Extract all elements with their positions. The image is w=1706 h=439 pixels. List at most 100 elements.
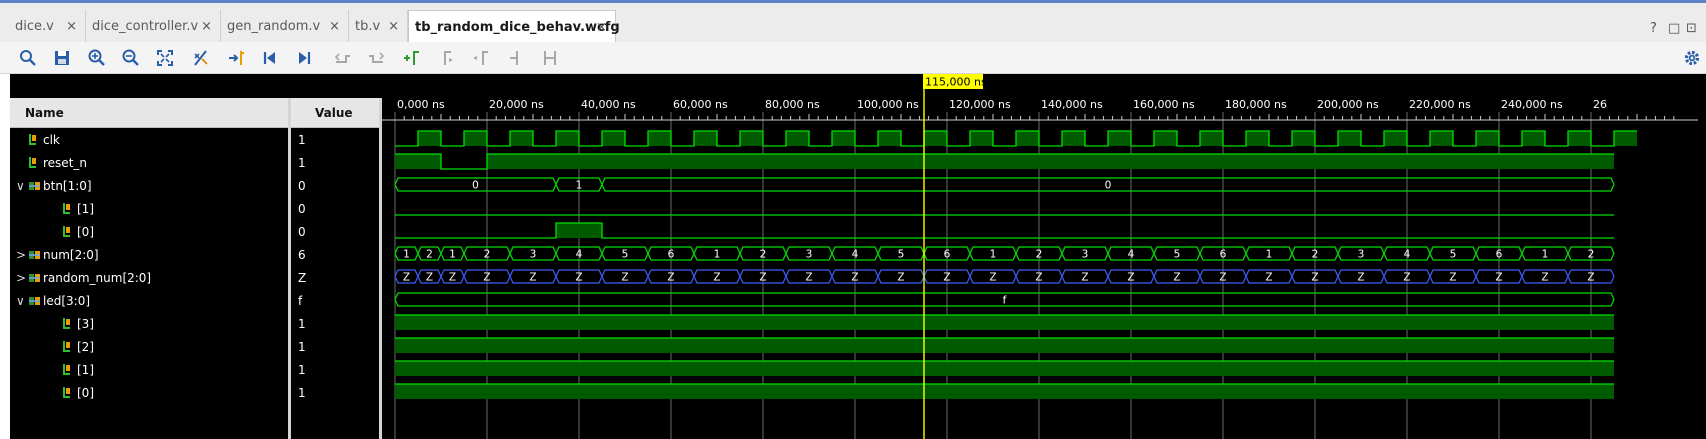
bit-signal-icon [62, 363, 77, 379]
clk-waveform-fill [740, 131, 763, 146]
waveform-viewer: Name Value clk 1 reset_n 1 ∨ btn[1:0] 0 [1] 0 [0]… [10, 74, 1706, 439]
tab-label: tb_random_dice_behav.wcfg [415, 19, 620, 35]
random-num-bus-waveform-label: Z [1495, 272, 1502, 284]
tab-tb-random-dice-behav-wcfg[interactable]: tb_random_dice_behav.wcfg × [408, 10, 620, 43]
tab-dice-v[interactable]: dice.v × [9, 10, 86, 43]
clk-waveform-fill [1246, 131, 1269, 146]
zoom-in-icon[interactable] [87, 48, 107, 68]
signal-name: [2] [77, 340, 94, 354]
time-tick-label: 220,000 ns [1409, 98, 1471, 111]
random-num-bus-waveform-label: Z [403, 272, 410, 284]
restore-icon[interactable]: □ [1668, 21, 1680, 36]
time-tick-label: 120,000 ns [949, 98, 1011, 111]
num-bus-waveform-label: 3 [1082, 249, 1089, 261]
clk-waveform-fill [1614, 131, 1637, 146]
signal-row[interactable]: > random_num[2:0] Z [10, 266, 382, 291]
num-bus-waveform-label: 2 [1312, 249, 1319, 261]
zoom-fit-icon[interactable] [155, 48, 175, 68]
random-num-bus-waveform-label: Z [1311, 272, 1318, 284]
random-num-bus-waveform-label: Z [575, 272, 582, 284]
signal-value: 1 [298, 363, 306, 377]
swap-markers-icon[interactable] [506, 48, 526, 68]
tab-label: gen_random.v [227, 19, 321, 34]
signal-name: [0] [77, 386, 94, 400]
led-bit-waveform-fill [395, 384, 1614, 399]
clk-waveform-fill [1062, 131, 1085, 146]
signal-value: 1 [298, 156, 306, 170]
signal-row[interactable]: [2] 1 [10, 335, 382, 360]
close-icon[interactable]: × [388, 19, 399, 34]
signal-row[interactable]: ∨ led[3:0] f [10, 289, 382, 314]
chevron-right-icon[interactable]: > [16, 271, 28, 285]
signal-row[interactable]: [1] 1 [10, 358, 382, 383]
signal-name-group: > num[2:0] [16, 248, 99, 264]
go-to-end-icon[interactable] [294, 48, 314, 68]
random-num-bus-waveform-label: Z [1081, 272, 1088, 284]
time-tick-label: 240,000 ns [1501, 98, 1563, 111]
signal-row[interactable]: reset_n 1 [10, 151, 382, 176]
previous-marker-icon[interactable] [436, 48, 456, 68]
signal-row[interactable]: [1] 0 [10, 197, 382, 222]
num-bus-waveform-label: 4 [1404, 249, 1411, 261]
unused-icon[interactable] [540, 48, 560, 68]
time-tick-label: 200,000 ns [1317, 98, 1379, 111]
close-icon[interactable]: × [201, 19, 212, 34]
swap-cursor-icon[interactable] [191, 48, 211, 68]
signal-row[interactable]: [3] 1 [10, 312, 382, 337]
close-icon[interactable]: × [66, 19, 77, 34]
time-tick-label: 0,000 ns [397, 98, 445, 111]
random-num-bus-waveform-label: Z [1035, 272, 1042, 284]
num-bus-waveform-label: 2 [760, 249, 767, 261]
go-to-cursor-icon[interactable] [226, 48, 246, 68]
chevron-down-icon[interactable]: ∨ [16, 294, 28, 308]
reset-n-waveform-fill [395, 154, 441, 169]
name-column-header[interactable]: Name [10, 98, 288, 128]
waveform-area[interactable]: 0,000 ns 20,000 ns 40,000 ns 60,000 ns 80,00… [382, 74, 1698, 439]
add-marker-icon[interactable] [402, 48, 422, 68]
value-column-header[interactable]: Value [291, 98, 379, 128]
random-num-bus-waveform-label: Z [851, 272, 858, 284]
num-bus-waveform-label: 5 [1450, 249, 1457, 261]
clk-waveform-fill [602, 131, 625, 146]
signal-value: 1 [298, 133, 306, 147]
tab-dice-controller-v[interactable]: dice_controller.v × [86, 10, 221, 43]
clk-waveform-fill [970, 131, 993, 146]
save-icon[interactable] [52, 48, 72, 68]
random-num-bus-waveform-label: Z [449, 272, 456, 284]
clk-waveform-fill [1154, 131, 1177, 146]
search-icon[interactable] [18, 48, 38, 68]
go-to-start-icon[interactable] [260, 48, 280, 68]
signal-row[interactable]: clk 1 [10, 128, 382, 153]
bit-signal-icon [62, 202, 77, 218]
signal-row[interactable]: > num[2:0] 6 [10, 243, 382, 268]
clk-waveform-fill [1108, 131, 1131, 146]
chevron-down-icon[interactable]: ∨ [16, 179, 28, 193]
signal-row[interactable]: [0] 0 [10, 220, 382, 245]
tab-tb-v[interactable]: tb.v × [349, 10, 408, 43]
next-transition-icon[interactable] [366, 48, 386, 68]
previous-transition-icon[interactable] [333, 48, 353, 68]
next-marker-icon[interactable] [470, 48, 490, 68]
num-bus-waveform-label: 3 [1358, 249, 1365, 261]
bus-signal-icon [28, 295, 43, 310]
close-icon[interactable]: × [596, 20, 607, 35]
random-num-bus-waveform-label: Z [1219, 272, 1226, 284]
help-icon[interactable]: ? [1650, 21, 1657, 36]
name-column-title: Name [25, 105, 64, 120]
signal-row[interactable]: ∨ btn[1:0] 0 [10, 174, 382, 199]
signal-row[interactable]: [0] 1 [10, 381, 382, 406]
random-num-bus-waveform-label: Z [529, 272, 536, 284]
maximize-icon[interactable]: ⊡ [1686, 21, 1697, 36]
tab-gen-random-v[interactable]: gen_random.v × [221, 10, 349, 43]
signal-name: [0] [77, 225, 94, 239]
settings-gear-icon[interactable] [1682, 48, 1702, 68]
signal-name-group: ∨ btn[1:0] [16, 179, 92, 195]
chevron-right-icon[interactable]: > [16, 248, 28, 262]
time-tick-label: 80,000 ns [765, 98, 820, 111]
bus-signal-icon [28, 180, 43, 195]
random-num-bus-waveform-label: Z [759, 272, 766, 284]
zoom-out-icon[interactable] [121, 48, 141, 68]
close-icon[interactable]: × [329, 19, 340, 34]
signal-name: random_num[2:0] [43, 271, 152, 285]
signal-name-group: [3] [50, 317, 94, 333]
